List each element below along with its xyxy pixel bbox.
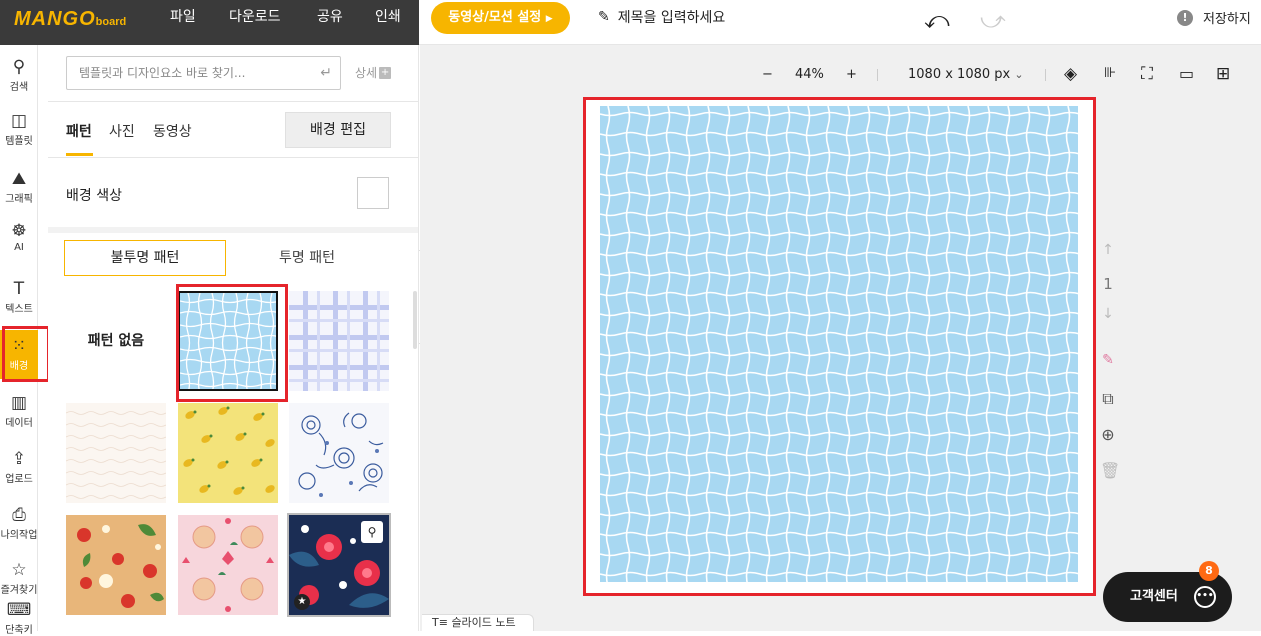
chevron-down-icon: ⌄ [1014, 68, 1024, 81]
divider [48, 157, 418, 158]
tab-photo[interactable]: 사진 [109, 121, 135, 141]
divider [877, 69, 878, 81]
pattern-tile-purple-plaid[interactable] [289, 291, 389, 391]
premium-star-icon: ★ [294, 594, 310, 610]
background-color-swatch[interactable] [357, 177, 389, 209]
chart-icon: ▥ [10, 393, 28, 413]
pattern-tile-blue-toile[interactable] [289, 403, 389, 503]
ruler-icon[interactable]: ⊪ [1104, 65, 1116, 81]
section-divider [48, 227, 418, 233]
plus-icon: + [379, 66, 392, 79]
top-menu-area: MANGOboard 파일 다운로드 공유 인쇄 [0, 0, 419, 45]
search-input[interactable]: 템플릿과 디자인요소 바로 찾기... ↵ [66, 56, 341, 90]
tab-video[interactable]: 동영상 [153, 121, 192, 141]
nav-favorites[interactable]: ☆ 즐겨찾기 [0, 560, 38, 596]
tab-indicator [66, 153, 93, 156]
nav-graphic[interactable]: ⛰ 그래픽 [0, 169, 38, 205]
info-icon: ! [1177, 9, 1193, 26]
zoom-value[interactable]: 44% [795, 67, 824, 82]
nav-ai[interactable]: ☸ AI [0, 221, 38, 253]
color-picker-icon[interactable]: ✎ [1100, 352, 1116, 368]
opaque-pattern-tab[interactable]: 불투명 패턴 [64, 240, 226, 276]
highlight-page [583, 97, 1096, 596]
pattern-tile-pink-hats[interactable] [178, 515, 278, 615]
transparent-pattern-tab[interactable]: 투명 패턴 [226, 240, 388, 276]
slide-note-tab[interactable]: T≡ 슬라이드 노트 [422, 614, 534, 631]
graphic-icon: ⛰ [11, 169, 27, 189]
logo[interactable]: MANGOboard [14, 8, 126, 31]
zoom-preview-icon[interactable]: ⚲ [361, 521, 383, 543]
lemon-pattern [178, 403, 278, 503]
star-icon: ☆ [11, 560, 27, 580]
canvas-size-dropdown[interactable]: 1080 x 1080 px ⌄ [908, 67, 1024, 82]
pattern-tile-beige-waves[interactable] [66, 403, 166, 503]
toile-pattern [289, 403, 389, 503]
duplicate-page-icon[interactable]: ⧉ [1100, 389, 1116, 409]
page-up-icon[interactable]: ↑ [1100, 242, 1116, 258]
background-color-label: 배경 색상 [66, 188, 122, 204]
highlight-nav-background [2, 326, 50, 382]
pattern-tile-navy-hibiscus[interactable]: ⚲ ★ [287, 513, 391, 617]
menu-share[interactable]: 공유 [317, 0, 343, 45]
title-input[interactable]: ✎ 제목을 입력하세요 [598, 7, 725, 27]
upload-icon: ⇪ [11, 449, 27, 469]
add-page-icon[interactable]: ⊕ [1100, 425, 1116, 444]
template-icon: ◫ [10, 111, 28, 131]
zoom-out-button[interactable]: − [762, 67, 773, 82]
keyboard-icon: ⌨ [6, 600, 32, 620]
menu-print[interactable]: 인쇄 [375, 0, 401, 45]
ai-icon: ☸ [11, 221, 27, 241]
nav-my-work[interactable]: ⎙ 나의작업 [0, 505, 38, 541]
page-number: 1 [1103, 275, 1113, 293]
menu-download[interactable]: 다운로드 [229, 0, 281, 45]
print-icon: ⎙ [12, 505, 26, 525]
panel-scrollbar[interactable] [413, 291, 417, 349]
zoom-in-button[interactable]: + [846, 67, 857, 82]
undo-icon[interactable]: ⤺ [924, 6, 950, 34]
pattern-tile-tomatoes[interactable] [66, 515, 166, 615]
detail-button[interactable]: 상세 + [355, 64, 392, 81]
grid-view-icon[interactable]: ⊞ [1216, 64, 1230, 84]
text-icon: T [13, 279, 25, 299]
page-down-icon[interactable]: ↓ [1100, 306, 1116, 322]
menu-file[interactable]: 파일 [170, 0, 196, 45]
text-icon: T≡ [432, 616, 452, 629]
play-icon: ▶ [545, 14, 553, 24]
divider [1045, 69, 1046, 81]
video-motion-button[interactable]: 동영상/모션 설정 ▶ [431, 2, 570, 34]
save-status[interactable]: ! 저장하지 [1177, 8, 1251, 27]
enter-icon: ↵ [320, 65, 332, 81]
top-bar: MANGOboard 파일 다운로드 공유 인쇄 동영상/모션 설정 ▶ ✎ 제… [0, 0, 1261, 45]
beige-wave-pattern [66, 403, 166, 503]
fit-frame-icon[interactable]: ⛶ [1141, 64, 1153, 84]
highlight-selected-pattern [176, 284, 288, 402]
redo-icon[interactable]: ⤻ [980, 6, 1006, 34]
nav-upload[interactable]: ⇪ 업로드 [0, 449, 38, 485]
tab-pattern[interactable]: 패턴 [66, 121, 92, 141]
purple-plaid-pattern [289, 291, 389, 391]
search-icon: ⚲ [12, 57, 26, 77]
nav-search[interactable]: ⚲ 검색 [0, 57, 38, 93]
nav-data[interactable]: ▥ 데이터 [0, 393, 38, 429]
tomato-pattern [66, 515, 166, 615]
divider [48, 101, 418, 102]
no-pattern-option[interactable]: 패턴 없음 [66, 291, 166, 391]
actual-size-icon[interactable]: ▭ [1179, 64, 1194, 83]
nav-text[interactable]: T 텍스트 [0, 279, 38, 315]
delete-page-icon[interactable]: 🗑 [1100, 461, 1120, 480]
notification-badge: 8 [1199, 561, 1219, 581]
edit-background-button[interactable]: 배경 편집 [285, 112, 391, 148]
pattern-tile-yellow-lemons[interactable] [178, 403, 278, 503]
layers-icon[interactable]: ◈ [1064, 64, 1077, 84]
pencil-icon: ✎ [598, 9, 610, 25]
nav-template[interactable]: ◫ 템플릿 [0, 111, 38, 147]
pink-hat-pattern [178, 515, 278, 615]
chat-icon: ••• [1194, 586, 1216, 608]
